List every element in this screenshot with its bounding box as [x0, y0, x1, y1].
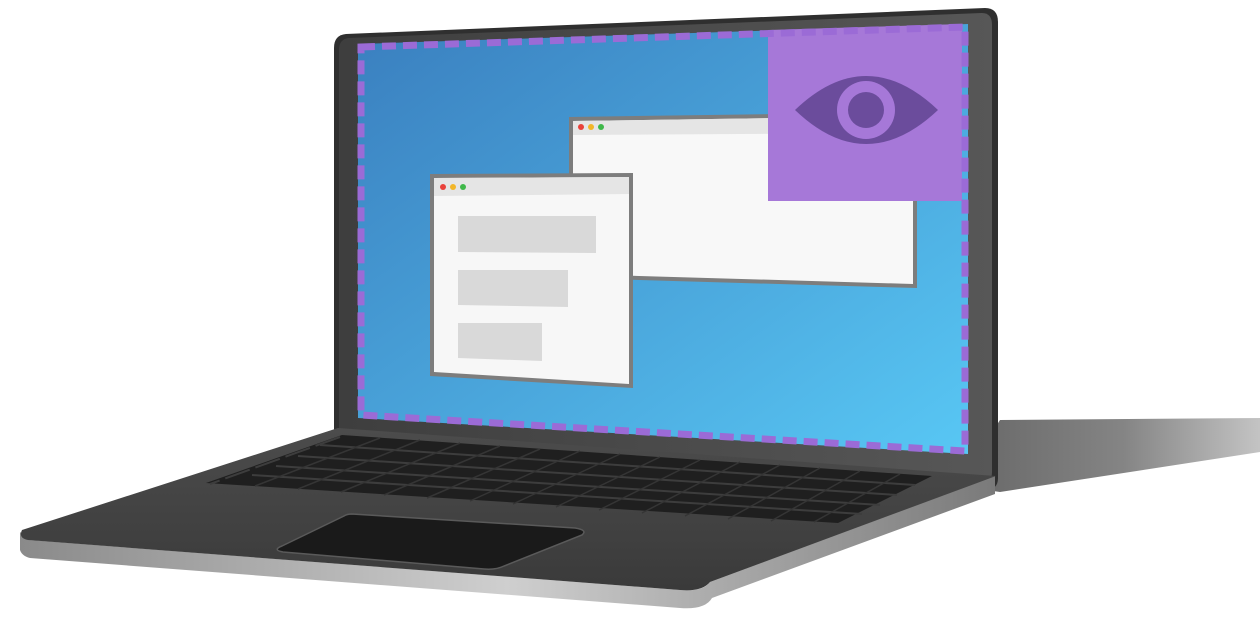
browser-window-front: [430, 173, 633, 388]
screen-watch-badge: [768, 24, 962, 201]
window-close-dot: [440, 184, 446, 190]
placeholder-bar: [458, 323, 542, 361]
window-maximize-dot: [598, 124, 604, 130]
placeholder-bar: [458, 216, 596, 253]
window-minimize-dot: [450, 184, 456, 190]
placeholder-bar: [458, 270, 568, 307]
laptop-shadow: [958, 418, 1260, 492]
laptop-screen: [357, 23, 969, 455]
window-minimize-dot: [588, 124, 594, 130]
laptop-illustration: [20, 8, 1260, 609]
window-maximize-dot: [460, 184, 466, 190]
window-close-dot: [578, 124, 584, 130]
